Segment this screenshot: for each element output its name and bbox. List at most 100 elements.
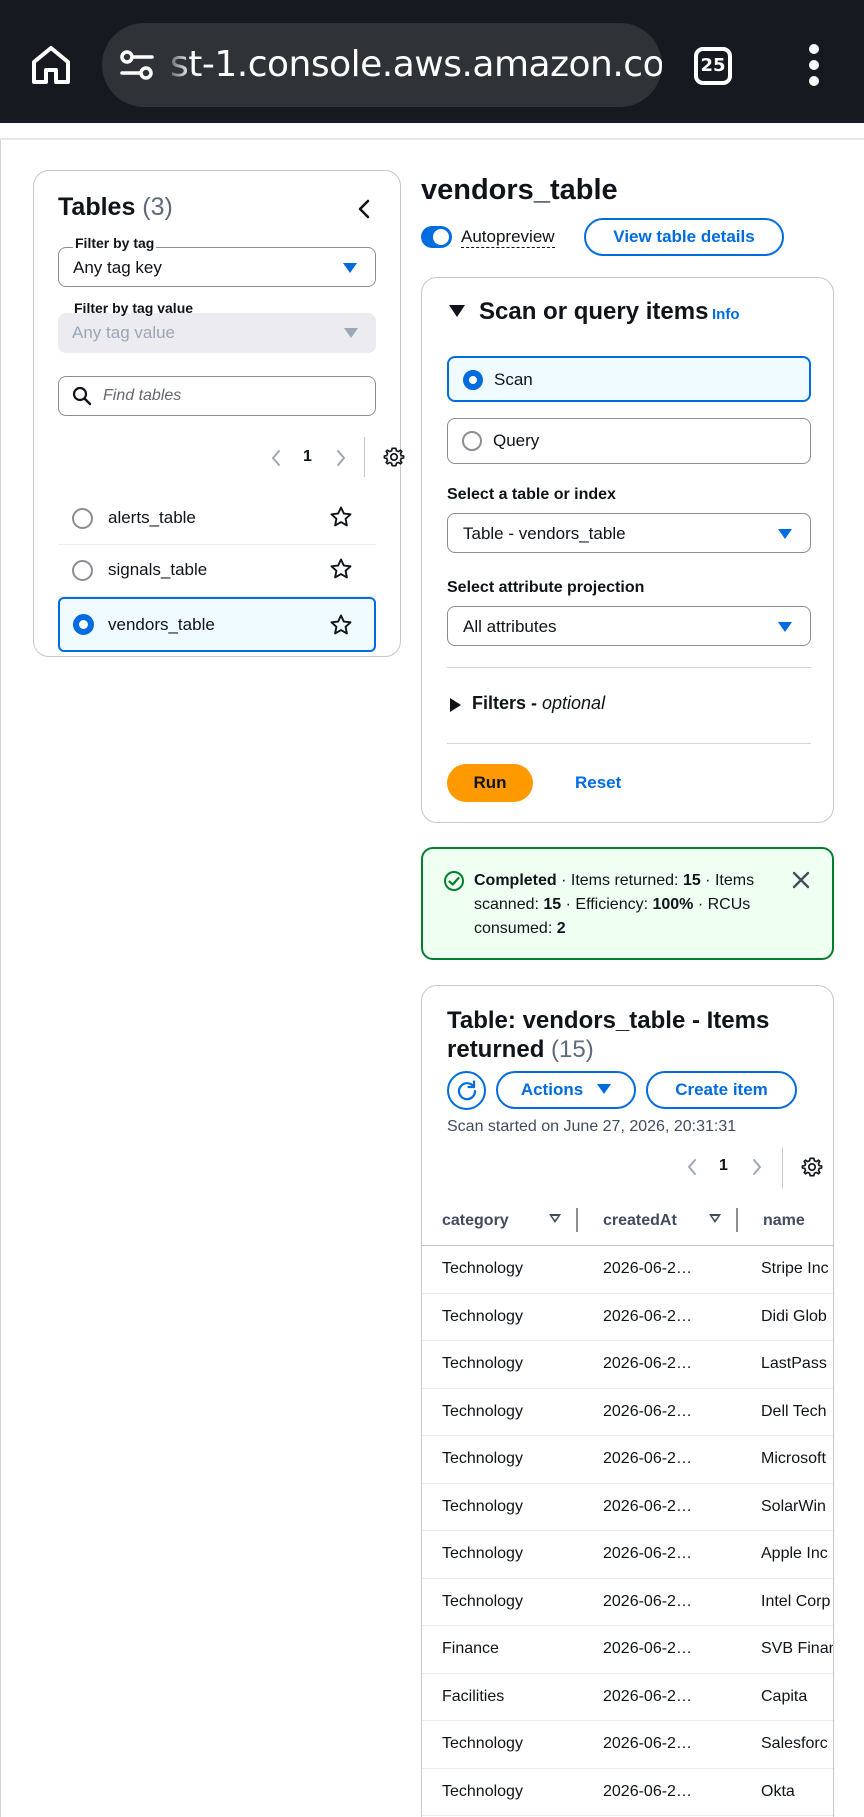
gear-icon[interactable] <box>801 1156 823 1178</box>
scan-started-text: Scan started on June 27, 2026, 20:31:31 <box>447 1118 737 1135</box>
find-tables-input[interactable]: Find tables <box>58 376 376 416</box>
collapse-panel-icon[interactable] <box>352 195 376 223</box>
create-item-button[interactable]: Create item <box>646 1071 797 1109</box>
info-link[interactable]: Info <box>712 306 740 323</box>
caret-down-icon <box>343 263 357 273</box>
close-icon[interactable] <box>792 871 810 889</box>
query-option[interactable]: Query <box>447 418 811 464</box>
tables-panel: Tables (3) Filter by tag Any tag key Fil… <box>33 170 405 657</box>
autopreview-label[interactable]: Autopreview <box>461 227 555 248</box>
chevron-right-icon[interactable] <box>750 1157 764 1177</box>
table-row-vendors[interactable]: vendors_table <box>58 597 376 652</box>
column-header-name[interactable]: name <box>763 1212 805 1230</box>
table-name[interactable]: signals_table <box>108 560 207 580</box>
table-row[interactable]: Technology 2026-06-2… Stripe Inc <box>422 1246 833 1294</box>
filter-by-tag-value-label: Filter by tag value <box>74 300 194 316</box>
caret-down-icon <box>778 529 792 539</box>
items-table-header: category createdAt name <box>422 1198 833 1246</box>
chevron-left-icon[interactable] <box>269 448 283 468</box>
filters-toggle[interactable]: Filters - optional <box>472 693 605 714</box>
table-radio-selected[interactable] <box>73 614 94 635</box>
address-bar[interactable]: st-1.console.aws.amazon.com <box>102 23 662 107</box>
items-panel-title: Table: vendors_table - Items returned (1… <box>447 1007 770 1063</box>
run-button[interactable]: Run <box>447 764 533 802</box>
table-radio[interactable] <box>72 508 93 529</box>
caret-right-icon[interactable] <box>450 698 461 712</box>
tab-switcher-button[interactable]: 25 <box>694 47 732 85</box>
table-row[interactable]: Technology 2026-06-2… Dell Tech <box>422 1389 833 1436</box>
caret-down-icon[interactable] <box>449 305 465 317</box>
home-icon[interactable] <box>28 42 74 88</box>
column-resizer[interactable] <box>736 1208 738 1232</box>
items-returned-panel: Table: vendors_table - Items returned (1… <box>421 985 834 1817</box>
table-row-alerts[interactable]: alerts_table <box>58 493 376 545</box>
site-settings-icon[interactable] <box>118 47 156 83</box>
refresh-button[interactable] <box>447 1071 486 1110</box>
more-menu-icon[interactable] <box>800 44 828 86</box>
items-count: (15) <box>551 1036 594 1063</box>
table-name[interactable]: vendors_table <box>108 615 215 635</box>
filter-by-tag-select[interactable]: Filter by tag Any tag key <box>58 235 376 287</box>
view-table-details-button[interactable]: View table details <box>584 218 784 256</box>
find-tables-placeholder: Find tables <box>103 387 182 404</box>
scan-radio[interactable] <box>463 370 483 390</box>
column-resizer[interactable] <box>576 1208 578 1232</box>
scan-option-label: Scan <box>494 370 533 389</box>
tables-count: (3) <box>142 193 173 221</box>
filter-by-tag-value: Any tag key <box>73 258 162 277</box>
items-pagination: 1 <box>662 1148 823 1188</box>
projection-value: All attributes <box>463 617 557 636</box>
tables-panel-title: Tables (3) <box>58 193 173 221</box>
table-name[interactable]: alerts_table <box>108 508 196 528</box>
tables-pagination: 1 <box>229 437 405 477</box>
table-row[interactable]: Technology 2026-06-2… LastPass <box>422 1341 833 1389</box>
caret-down-icon <box>778 622 792 632</box>
scan-option[interactable]: Scan <box>447 356 811 402</box>
scan-query-title[interactable]: Scan or query items <box>479 298 708 326</box>
filter-by-tag-label: Filter by tag <box>73 235 157 251</box>
query-radio[interactable] <box>462 431 482 451</box>
column-header-createdAt[interactable]: createdAt <box>603 1212 677 1230</box>
table-row[interactable]: Technology 2026-06-2… SolarWin <box>422 1484 833 1531</box>
url-text: st-1.console.aws.amazon.com <box>170 44 662 85</box>
caret-down-icon <box>344 328 358 338</box>
table-row[interactable]: Finance 2026-06-2… SVB Finan <box>422 1626 833 1674</box>
current-page[interactable]: 1 <box>719 1157 728 1175</box>
star-icon[interactable] <box>329 505 353 529</box>
table-row[interactable]: Facilities 2026-06-2… Capita <box>422 1674 833 1721</box>
table-row[interactable]: Technology 2026-06-2… Microsoft <box>422 1436 833 1484</box>
table-row[interactable]: Technology 2026-06-2… Apple Inc <box>422 1531 833 1579</box>
star-icon[interactable] <box>329 613 353 637</box>
reset-button[interactable]: Reset <box>575 773 621 793</box>
table-row[interactable]: Technology 2026-06-2… Salesforc <box>422 1721 833 1769</box>
table-index-select[interactable]: Table - vendors_table <box>447 513 811 553</box>
items-table-body: Technology 2026-06-2… Stripe Inc Technolog… <box>422 1246 833 1816</box>
current-page[interactable]: 1 <box>303 448 312 466</box>
table-row[interactable]: Technology 2026-06-2… Intel Corp <box>422 1579 833 1626</box>
actions-button[interactable]: Actions <box>496 1071 636 1109</box>
filter-by-tag-value-placeholder: Any tag value <box>72 323 176 342</box>
gear-icon[interactable] <box>383 446 405 468</box>
table-index-label: Select a table or index <box>447 486 616 503</box>
flash-message: Completed · Items returned: 15 · Items s… <box>474 872 755 937</box>
search-icon <box>72 386 92 406</box>
table-row[interactable]: Technology 2026-06-2… Okta <box>422 1769 833 1816</box>
table-row[interactable]: Technology 2026-06-2… Didi Glob <box>422 1294 833 1341</box>
success-icon <box>444 871 464 891</box>
caret-down-icon <box>597 1084 612 1094</box>
star-icon[interactable] <box>329 557 353 581</box>
table-row-signals[interactable]: signals_table <box>58 545 376 597</box>
sort-icon[interactable] <box>549 1214 561 1223</box>
column-header-category[interactable]: category <box>442 1212 509 1230</box>
chevron-left-icon[interactable] <box>685 1157 699 1177</box>
refresh-icon <box>457 1080 477 1101</box>
projection-select[interactable]: All attributes <box>447 606 811 646</box>
autopreview-toggle[interactable] <box>421 226 452 248</box>
success-flash: Completed · Items returned: 15 · Items s… <box>421 847 834 960</box>
scan-query-panel: Scan or query items Info Scan Query Sele… <box>421 277 834 823</box>
projection-label: Select attribute projection <box>447 579 645 596</box>
chevron-right-icon[interactable] <box>334 448 348 468</box>
table-radio[interactable] <box>72 560 93 581</box>
sort-icon[interactable] <box>709 1214 721 1223</box>
browser-toolbar: st-1.console.aws.amazon.com 25 <box>0 0 864 123</box>
